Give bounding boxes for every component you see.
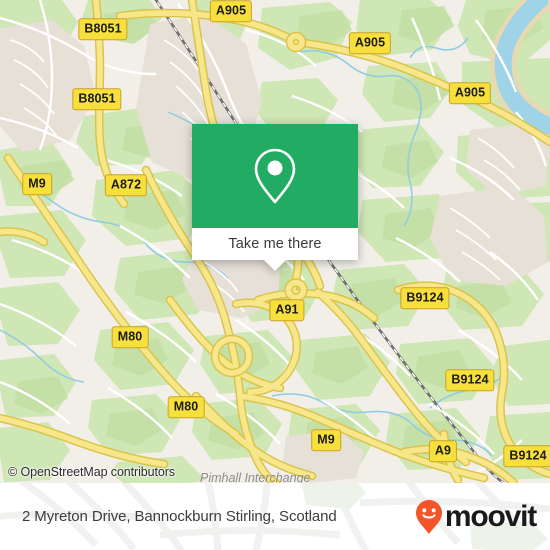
address-text: 2 Myreton Drive, Bannockburn Stirling, S… [22,508,337,525]
moovit-map-page: A905 B8051 A905 A905 B8051 M9 A872 A91 B9124 M80 B… [0,0,550,550]
road-shield: B8051 [72,88,122,110]
road-shield: M80 [167,396,205,418]
pimhall-interchange: Pimhall Interchange [200,471,311,483]
road-shield: M9 [22,173,52,195]
road-shield: A905 [448,82,492,104]
popup-icon-area [192,124,358,228]
moovit-pin-smiley-icon [415,499,442,534]
popup-pointer-tail [264,260,286,271]
road-shield: A9 [428,440,458,462]
road-shield: B9124 [445,369,495,391]
footer-content: 2 Myreton Drive, Bannockburn Stirling, S… [0,483,550,550]
road-shield: A872 [104,174,148,196]
road-shield: B9124 [503,445,550,467]
road-shield: A91 [269,299,305,321]
road-shield: M9 [311,429,341,451]
moovit-brand[interactable]: moovit [414,499,537,535]
take-me-there-label: Take me there [228,236,322,252]
footer-bar: 2 Myreton Drive, Bannockburn Stirling, S… [0,483,550,550]
road-shield: B9124 [400,287,450,309]
location-pin-icon [254,148,296,204]
map-canvas[interactable]: A905 B8051 A905 A905 B8051 M9 A872 A91 B9124 M80 B… [0,0,550,483]
road-shield: A905 [348,32,392,54]
take-me-there-button[interactable]: Take me there [192,228,358,260]
location-popup-card[interactable]: Take me there [192,124,358,271]
road-shield: B8051 [78,18,128,40]
moovit-wordmark: moovit [444,499,537,533]
osm-attribution: © OpenStreetMap contributors [8,465,175,479]
road-shield: A905 [209,0,253,22]
road-shield: M80 [111,326,149,348]
